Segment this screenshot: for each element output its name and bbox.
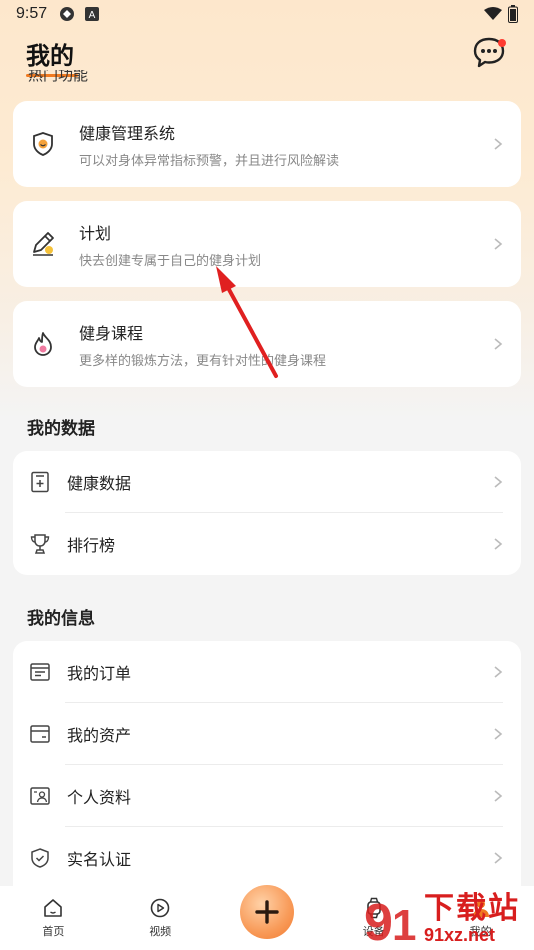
list-item-label: 个人资料 [67,788,132,807]
list-item-label: 我的订单 [67,664,132,683]
feature-subtitle: 快去创建专属于自己的健身计划 [79,253,262,269]
my-data-section-title: 我的数据 [27,419,95,439]
my-data-card: 健康数据 排行榜 [13,451,521,575]
feature-card-plan[interactable]: 计划 快去创建专属于自己的健身计划 [13,201,521,287]
chevron-right-icon [494,538,503,550]
chevron-right-icon [494,238,503,250]
feature-title: 健身课程 [79,323,144,343]
list-item-my-assets[interactable]: 我的资产 [13,703,521,765]
nav-label: 首页 [42,925,65,938]
list-item-leaderboard[interactable]: 排行榜 [13,513,521,575]
message-button[interactable] [472,35,508,71]
pencil-icon [33,232,54,256]
flame-icon [34,332,52,356]
nav-label: 视频 [149,925,172,938]
svg-text:1: 1 [392,901,416,948]
nav-item-video[interactable]: 视频 [107,897,214,939]
list-item-my-orders[interactable]: 我的订单 [13,641,521,703]
nav-item-add[interactable] [214,885,321,939]
chevron-right-icon [494,790,503,802]
status-time: 9:57 [16,5,48,22]
status-bar: 9:57 A [0,0,534,28]
profile-card-icon [30,787,50,805]
list-item-label: 实名认证 [67,850,132,869]
watermark-cn: 下载站 [424,891,520,926]
list-item-real-name-verification[interactable]: 实名认证 [13,827,521,889]
feature-card-fitness-course[interactable]: 健身课程 更多样的锻炼方法，更有针对性的健身课程 [13,301,521,387]
list-item-label: 健康数据 [67,474,132,493]
hot-section-title: 热门功能 [28,70,88,86]
shield-smile-icon [33,132,53,156]
feature-title: 健康管理系统 [79,123,176,143]
chevron-right-icon [494,728,503,740]
a-notification-icon: A [85,7,100,21]
watermark: 9 1 下载站 91xz.net [362,888,534,950]
trophy-icon [30,534,50,554]
hot-section-title-text: 热门功能 [28,70,89,84]
chevron-right-icon [494,476,503,488]
list-item-personal-profile[interactable]: 个人资料 [13,765,521,827]
unread-badge [498,39,506,47]
page-title: 我的 [26,36,78,77]
list-item-health-data[interactable]: 健康数据 [13,451,521,513]
order-icon [30,663,50,681]
feature-subtitle: 更多样的锻炼方法，更有针对性的健身课程 [79,353,327,369]
verified-shield-icon [31,848,49,868]
list-item-label: 排行榜 [67,536,116,555]
plus-icon [255,900,279,924]
wifi-icon [484,7,502,20]
watermark-logo-icon: 9 1 [364,894,416,948]
page-title-text: 我的 [26,41,74,70]
svg-text:A: A [89,10,96,21]
feature-title: 计划 [79,223,112,243]
play-icon [150,898,170,918]
my-info-section-title: 我的信息 [27,609,95,629]
nav-item-home[interactable]: 首页 [0,897,107,939]
svg-text:9: 9 [364,894,393,948]
chevron-right-icon [494,338,503,350]
app-notification-icon [60,7,75,21]
wallet-icon [30,725,50,743]
watermark-en: 91xz.net [424,925,496,945]
list-item-label: 我的资产 [67,726,132,745]
feature-card-health-system[interactable]: 健康管理系统 可以对身体异常指标预警，并且进行风险解读 [13,101,521,187]
battery-icon [508,5,518,23]
data-card-icon [31,471,49,493]
chevron-right-icon [494,666,503,678]
feature-subtitle: 可以对身体异常指标预警，并且进行风险解读 [79,153,340,169]
chevron-right-icon [494,138,503,150]
chevron-right-icon [494,852,503,864]
add-button[interactable] [239,885,294,939]
home-icon [44,899,63,917]
my-info-card: 我的订单 我的资产 个人资料 实名认证 [13,641,521,891]
